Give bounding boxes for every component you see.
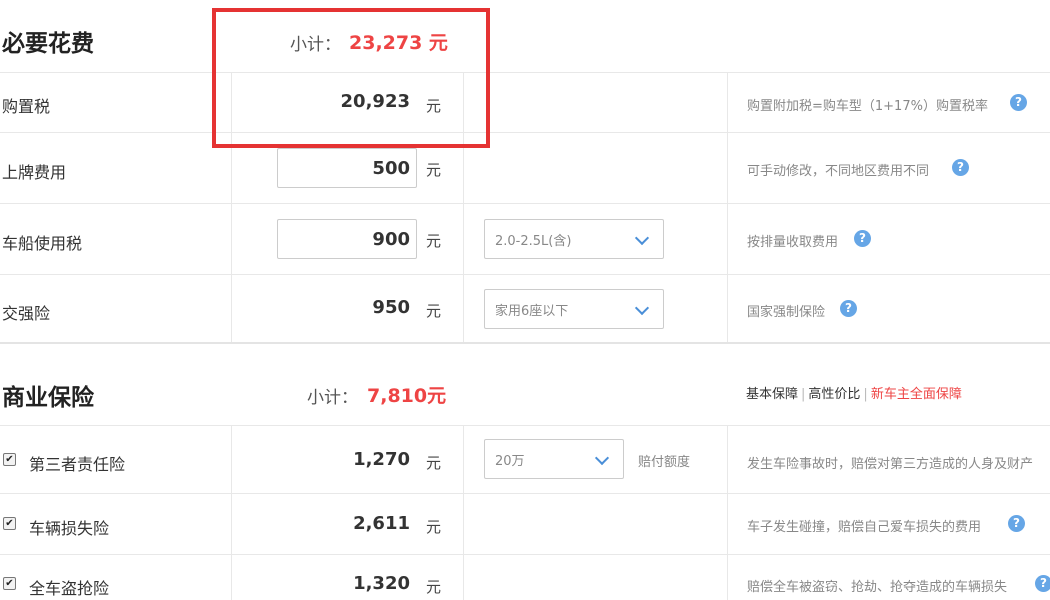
- theft-checkbox[interactable]: ✔: [3, 577, 16, 590]
- theft-label: 全车盗抢险: [29, 579, 110, 598]
- coverage-plan-links: 基本保障 | 高性价比 | 新车主全面保障: [746, 383, 962, 402]
- coverage-amount-label: 赔付额度: [638, 455, 691, 470]
- compulsory-insurance-unit: 元: [426, 302, 442, 320]
- help-icon[interactable]: ?: [854, 230, 871, 247]
- coverage-amount-select-value: 20万: [495, 454, 525, 469]
- commercial-subtotal-value: 7,810元: [367, 385, 447, 407]
- row-divider: [0, 274, 1050, 275]
- link-separator: |: [801, 387, 806, 402]
- column-divider: [727, 72, 728, 342]
- value-coverage-link[interactable]: 高性价比: [808, 387, 860, 402]
- basic-coverage-link[interactable]: 基本保障: [746, 387, 798, 402]
- help-icon[interactable]: ?: [952, 159, 969, 176]
- row-divider: [0, 72, 1050, 73]
- row-divider: [0, 554, 1050, 555]
- chevron-down-icon: [634, 300, 650, 316]
- seat-type-select-value: 家用6座以下: [495, 304, 569, 319]
- row-divider: [0, 132, 1050, 133]
- theft-note: 赔偿全车被盗窃、抢劫、抢夺造成的车辆损失: [747, 580, 1008, 595]
- third-party-value: 1,270: [353, 449, 410, 470]
- help-icon[interactable]: ?: [1010, 94, 1027, 111]
- registration-fee-note: 可手动修改，不同地区费用不同: [747, 164, 930, 179]
- commercial-section-title: 商业保险: [2, 385, 94, 411]
- help-icon[interactable]: ?: [840, 300, 857, 317]
- vehicle-damage-checkbox[interactable]: ✔: [3, 517, 16, 530]
- seat-type-select[interactable]: 家用6座以下: [484, 289, 664, 329]
- column-divider: [231, 425, 232, 600]
- vehicle-tax-unit: 元: [426, 232, 442, 250]
- vehicle-tax-label: 车船使用税: [2, 234, 83, 253]
- purchase-tax-label: 购置税: [2, 97, 51, 116]
- vehicle-damage-note: 车子发生碰撞，赔偿自己爱车损失的费用: [747, 520, 982, 535]
- column-divider: [463, 425, 464, 600]
- vehicle-damage-label: 车辆损失险: [29, 519, 110, 538]
- registration-fee-input[interactable]: [277, 148, 417, 188]
- displacement-select-value: 2.0-2.5L(含): [495, 234, 572, 249]
- row-divider: [0, 493, 1050, 494]
- help-icon[interactable]: ?: [1035, 575, 1050, 592]
- chevron-down-icon: [634, 230, 650, 246]
- required-section-title: 必要花费: [2, 31, 94, 57]
- displacement-select[interactable]: 2.0-2.5L(含): [484, 219, 664, 259]
- registration-fee-unit: 元: [426, 161, 442, 179]
- commercial-subtotal-label: 小计：: [307, 388, 358, 408]
- vehicle-tax-input[interactable]: [277, 219, 417, 259]
- purchase-tax-note: 购置附加税=购车型（1+17%）购置税率: [747, 99, 988, 114]
- vehicle-tax-note: 按排量收取费用: [747, 235, 839, 250]
- vehicle-damage-unit: 元: [426, 518, 442, 536]
- third-party-checkbox[interactable]: ✔: [3, 453, 16, 466]
- coverage-amount-select[interactable]: 20万: [484, 439, 624, 479]
- help-icon[interactable]: ?: [1008, 515, 1025, 532]
- compulsory-insurance-note: 国家强制保险: [747, 305, 826, 320]
- registration-fee-label: 上牌费用: [2, 163, 67, 182]
- column-divider: [727, 425, 728, 600]
- row-divider: [0, 425, 1050, 426]
- section-divider: [0, 342, 1050, 344]
- third-party-label: 第三者责任险: [29, 455, 126, 474]
- theft-unit: 元: [426, 578, 442, 596]
- highlight-box: [212, 8, 490, 148]
- third-party-note: 发生车险事故时，赔偿对第三方造成的人身及财产: [747, 457, 1034, 472]
- link-separator: |: [863, 387, 868, 402]
- vehicle-damage-value: 2,611: [353, 513, 410, 534]
- compulsory-insurance-value: 950: [372, 297, 410, 318]
- chevron-down-icon: [594, 450, 610, 466]
- compulsory-insurance-label: 交强险: [2, 304, 51, 323]
- row-divider: [0, 203, 1050, 204]
- third-party-unit: 元: [426, 454, 442, 472]
- full-coverage-link[interactable]: 新车主全面保障: [871, 387, 962, 402]
- theft-value: 1,320: [353, 573, 410, 594]
